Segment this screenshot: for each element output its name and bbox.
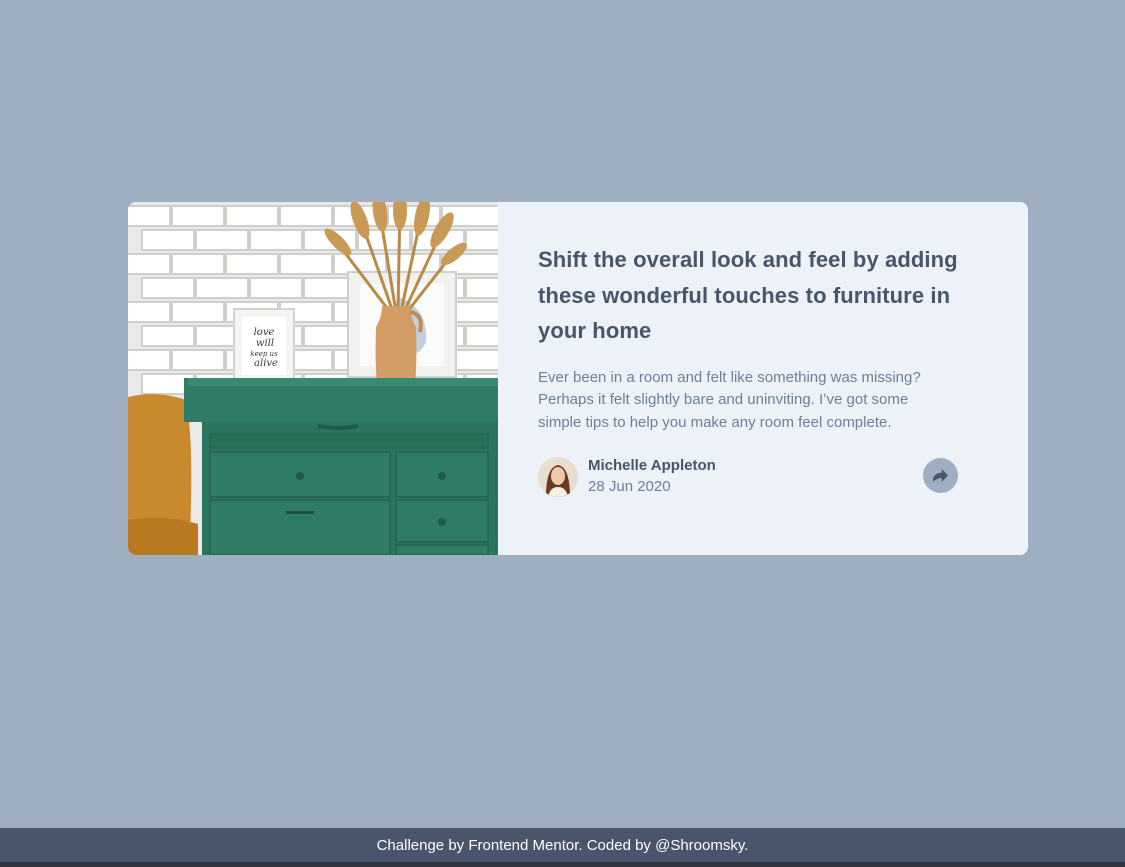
publish-date: 28 Jun 2020 <box>588 478 671 495</box>
attribution-footer: Challenge by Frontend Mentor. Coded by @… <box>0 828 1125 862</box>
author-block: Michelle Appleton 28 Jun 2020 <box>538 456 716 498</box>
frame-text-4: alive <box>254 358 278 369</box>
bottom-strip <box>0 862 1125 867</box>
author-name: Michelle Appleton <box>588 457 716 474</box>
share-icon <box>933 469 948 482</box>
article-preview-card: love will keep us alive Shift the overal… <box>128 202 1028 555</box>
drawers-image: love will keep us alive <box>128 202 498 555</box>
frame-text-1: love <box>254 327 275 338</box>
article-title: Shift the overall look and feel by addin… <box>538 247 958 343</box>
article-description: Ever been in a room and felt like someth… <box>538 368 921 431</box>
share-button[interactable] <box>923 458 958 493</box>
article-content: Shift the overall look and feel by addin… <box>498 202 1028 555</box>
frame-text-3: keep us <box>250 350 278 358</box>
frame-text-2: will <box>256 338 274 349</box>
attribution-text: Challenge by Frontend Mentor. Coded by @… <box>376 836 749 854</box>
avatar <box>538 457 578 497</box>
